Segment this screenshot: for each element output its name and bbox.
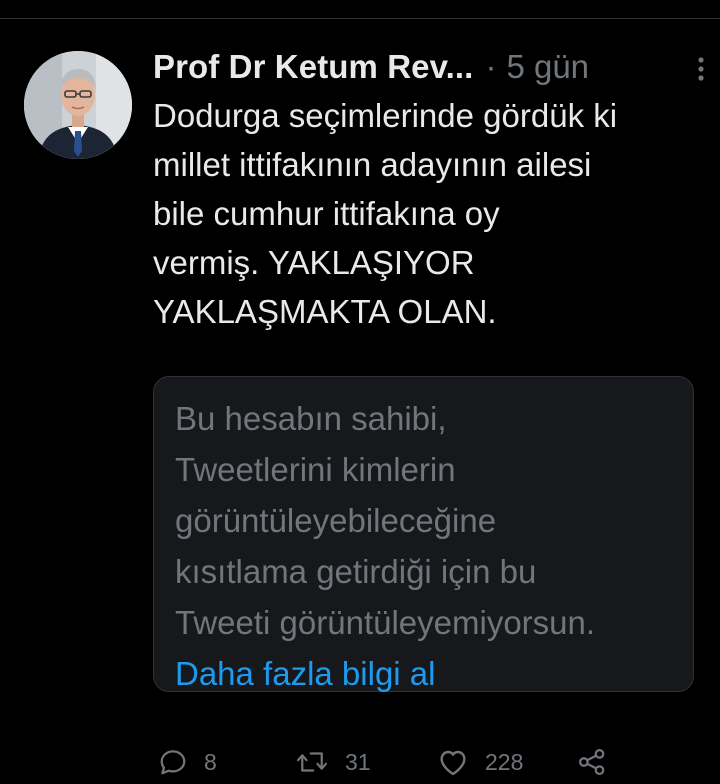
header-separator: · [485,48,497,85]
avatar-photo [24,51,132,159]
timestamp[interactable]: 5 gün [506,45,589,89]
reply-bubble-icon [160,750,186,775]
heart-outline-icon [440,750,466,776]
restricted-tweet-notice: Bu hesabın sahibi, Tweetlerini kimlerin … [153,376,694,692]
tweet-actions: 8 31 228 [153,740,701,784]
author-name[interactable]: Prof Dr Ketum Rev... [153,45,473,89]
reply-count: 8 [204,748,217,775]
tweet[interactable]: Prof Dr Ketum Rev... · 5 gün Dodurga seç… [0,19,720,782]
tweet-content: Prof Dr Ketum Rev... · 5 gün Dodurga seç… [153,45,704,776]
share-nodes-icon [579,749,605,775]
reply-button[interactable]: 8 [158,740,217,784]
avatar[interactable] [24,51,132,159]
more-button[interactable] [687,55,715,83]
learn-more-link[interactable]: Daha fazla bilgi al [175,648,683,699]
retweet-arrows-icon [296,752,328,772]
share-button[interactable] [577,740,607,784]
like-count: 228 [485,748,524,775]
tweet-text: Dodurga seçimlerinde gördük ki millet it… [153,97,618,330]
like-button[interactable]: 228 [437,740,523,784]
restricted-notice-text: Bu hesabın sahibi, Tweetlerini kimlerin … [175,400,596,641]
tweet-header: Prof Dr Ketum Rev... · 5 gün [153,45,704,89]
retweet-count: 31 [345,748,371,775]
more-vertical-icon [698,57,704,81]
retweet-button[interactable]: 31 [295,740,371,784]
